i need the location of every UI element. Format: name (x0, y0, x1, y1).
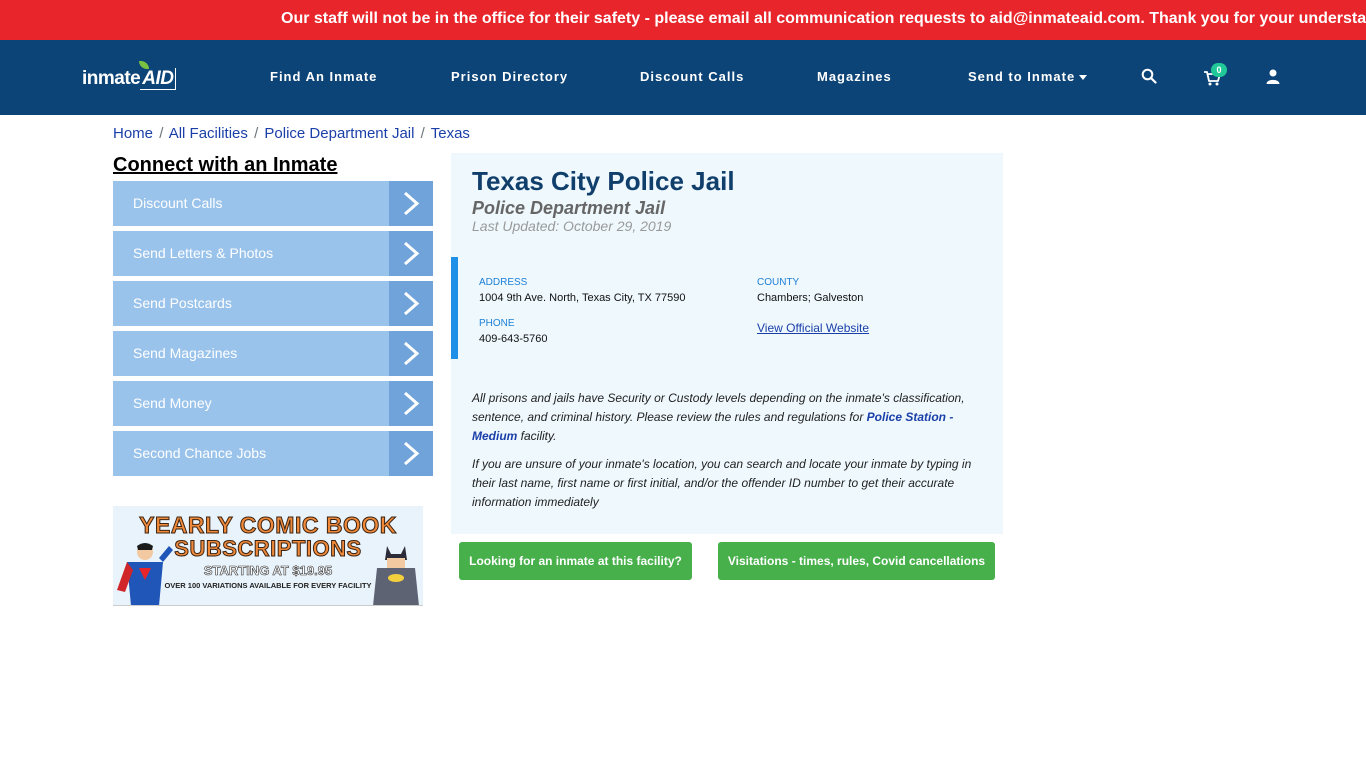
nav-discount-calls[interactable]: Discount Calls (640, 69, 744, 85)
chevron-right-icon (389, 381, 433, 426)
sidebar-item-send-letters-photos[interactable]: Send Letters & Photos (113, 231, 433, 276)
chevron-right-icon (389, 181, 433, 226)
address-value: 1004 9th Ave. North, Texas City, TX 7759… (479, 292, 686, 304)
phone-label: PHONE (479, 318, 515, 329)
ad-headline: YEARLY COMIC BOOK (139, 512, 397, 539)
breadcrumb-separator: / (254, 125, 259, 142)
page-title: Texas City Police Jail (472, 166, 735, 196)
chevron-right-icon (389, 331, 433, 376)
chevron-right-icon (389, 431, 433, 476)
ad-price: STARTING AT $19.95 (203, 563, 333, 579)
user-icon[interactable] (1266, 69, 1280, 84)
nav-prison-directory[interactable]: Prison Directory (451, 69, 568, 85)
sidebar-item-label: Send Magazines (133, 345, 238, 361)
chevron-right-icon (389, 231, 433, 276)
sidebar-item-second-chance-jobs[interactable]: Second Chance Jobs (113, 431, 433, 476)
breadcrumb-separator: / (420, 125, 425, 142)
locate-inmate-paragraph: If you are unsure of your inmate's locat… (472, 457, 972, 509)
sidebar-item-label: Send Letters & Photos (133, 245, 274, 261)
county-value: Chambers; Galveston (757, 292, 864, 304)
visitations-button[interactable]: Visitations - times, rules, Covid cancel… (718, 542, 995, 580)
security-level-paragraph: All prisons and jails have Security or C… (472, 389, 972, 446)
nav-magazines[interactable]: Magazines (817, 69, 892, 85)
search-icon[interactable] (1141, 68, 1157, 84)
sidebar-item-send-money[interactable]: Send Money (113, 381, 433, 426)
nav-find-inmate[interactable]: Find An Inmate (270, 69, 377, 85)
logo-accent-text: AID (140, 68, 177, 90)
breadcrumb: Home / All Facilities / Police Departmen… (113, 125, 470, 143)
sidebar-item-label: Discount Calls (133, 195, 223, 211)
breadcrumb-texas[interactable]: Texas (431, 125, 470, 142)
alert-bar: Our staff will not be in the office for … (0, 0, 1366, 40)
address-label: ADDRESS (479, 277, 528, 288)
sidebar-title: Connect with an Inmate (113, 154, 338, 176)
security-text-end: facility. (517, 429, 557, 443)
breadcrumb-police-department-jail[interactable]: Police Department Jail (264, 125, 414, 142)
breadcrumb-separator: / (159, 125, 164, 142)
sidebar-item-label: Send Postcards (133, 295, 232, 311)
alert-message: Our staff will not be in the office for … (281, 10, 1366, 27)
sidebar-item-send-magazines[interactable]: Send Magazines (113, 331, 433, 376)
main-navbar: inmate AID Find An Inmate Prison Director… (0, 40, 1366, 115)
phone-value: 409-643-5760 (479, 333, 548, 345)
ad-fineprint: OVER 100 VARIATIONS AVAILABLE FOR EVERY … (164, 581, 372, 590)
caret-down-icon (1079, 75, 1088, 81)
comic-subscription-ad[interactable]: YEARLY COMIC BOOK SUBSCRIPTIONS STARTING… (113, 506, 423, 606)
nav-send-to-inmate[interactable]: Send to Inmate (968, 69, 1088, 85)
breadcrumb-all-facilities[interactable]: All Facilities (169, 125, 248, 142)
last-updated: Last Updated: October 29, 2019 (472, 218, 672, 234)
breadcrumb-home[interactable]: Home (113, 125, 153, 142)
ad-subheadline: SUBSCRIPTIONS (174, 536, 362, 562)
cart-count-badge: 0 (1211, 63, 1227, 77)
official-website-link[interactable]: View Official Website (757, 321, 869, 335)
sidebar-item-label: Second Chance Jobs (133, 445, 267, 461)
facility-card: Texas City Police Jail Police Department… (451, 153, 1003, 534)
logo[interactable]: inmate AID (82, 61, 177, 91)
facility-type: Police Department Jail (472, 198, 666, 218)
logo-main-text: inmate (82, 68, 141, 89)
facility-info-box: ADDRESS 1004 9th Ave. North, Texas City,… (451, 257, 1003, 359)
nav-send-to-inmate-label: Send to Inmate (968, 69, 1076, 84)
sidebar-item-discount-calls[interactable]: Discount Calls (113, 181, 433, 226)
sidebar-item-send-postcards[interactable]: Send Postcards (113, 281, 433, 326)
chevron-right-icon (389, 281, 433, 326)
county-label: COUNTY (757, 277, 800, 288)
sidebar-item-label: Send Money (133, 395, 212, 411)
find-inmate-at-facility-button[interactable]: Looking for an inmate at this facility? (459, 542, 692, 580)
